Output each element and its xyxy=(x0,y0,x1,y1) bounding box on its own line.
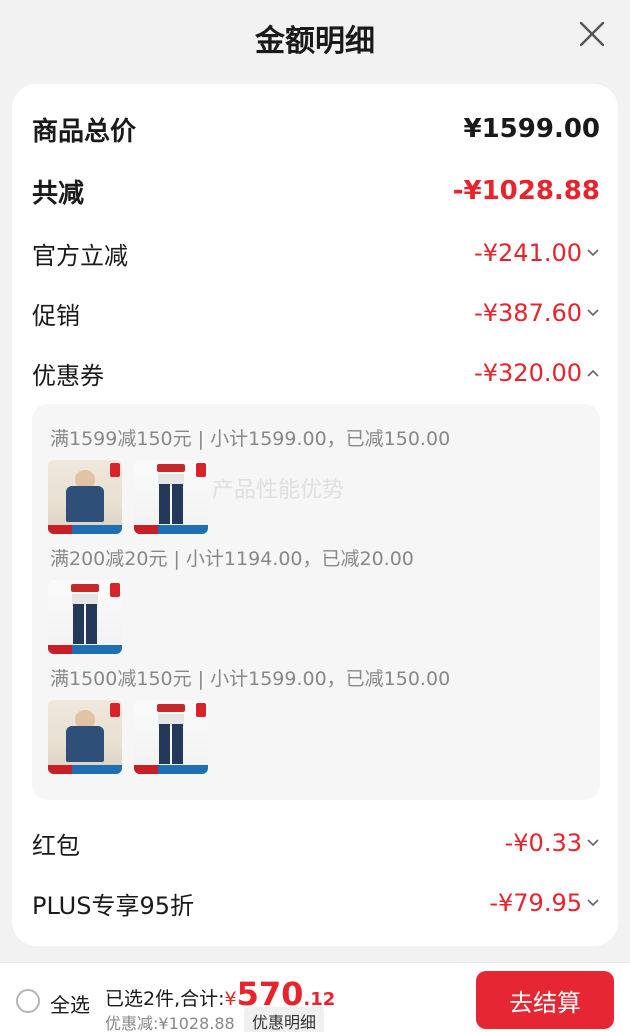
product-thumbnail-shirt[interactable] xyxy=(48,460,122,534)
total-price-label: 商品总价 xyxy=(32,116,137,147)
product-thumbnail-jeans[interactable] xyxy=(134,700,208,774)
official-discount-label: 官方立减 xyxy=(32,241,128,270)
chevron-down-icon[interactable] xyxy=(586,835,600,851)
promotion-value: -¥387.60 xyxy=(474,299,582,327)
plus-discount-value: -¥79.95 xyxy=(489,889,582,917)
promotion-label: 促销 xyxy=(32,301,80,330)
coupon-rule-text: 满1599减150元 | 小计1599.00，已减150.00 xyxy=(50,428,451,450)
coupon-rule-text: 满200减20元 | 小计1194.00，已减20.00 xyxy=(50,548,414,570)
total-reduce-label: 共减 xyxy=(32,178,85,209)
checkout-button[interactable]: 去结算 xyxy=(476,971,614,1029)
amount-detail-card: 商品总价 ¥1599.00 共减 -¥1028.88 官方立减 -¥241.00… xyxy=(12,84,618,946)
official-discount-row[interactable]: 官方立减 -¥241.00 xyxy=(32,236,600,270)
coupon-rule-text: 满1500减150元 | 小计1599.00，已减150.00 xyxy=(50,668,451,690)
sheet-header: 金额明细 xyxy=(0,0,630,75)
chevron-down-icon[interactable] xyxy=(586,305,600,321)
coupon-detail-panel: 满1599减150元 | 小计1599.00，已减150.00 满200减20元… xyxy=(32,404,600,800)
chevron-up-icon[interactable] xyxy=(586,365,600,381)
coupon-row[interactable]: 优惠券 -¥320.00 xyxy=(32,356,600,390)
promotion-row[interactable]: 促销 -¥387.60 xyxy=(32,296,600,330)
product-thumbnail-shirt[interactable] xyxy=(48,700,122,774)
checkout-bar: 全选 已选2件,合计:¥570.12 优惠减:¥1028.88 优惠明细 去结算 xyxy=(0,962,630,1032)
product-thumbnail-jeans[interactable] xyxy=(48,580,122,654)
total-price-row: 商品总价 ¥1599.00 xyxy=(32,112,600,147)
total-reduce-row: 共减 -¥1028.88 xyxy=(32,174,600,209)
selected-count-text: 已选2件,合计: xyxy=(105,988,225,1010)
red-packet-row[interactable]: 红包 -¥0.33 xyxy=(32,826,600,860)
currency-symbol: ¥ xyxy=(224,988,237,1010)
total-price-value: ¥1599.00 xyxy=(463,114,600,144)
page-title: 金额明细 xyxy=(255,24,375,59)
watermark-text: 产品性能优势 xyxy=(212,478,345,503)
discount-detail-button[interactable]: 优惠明细 xyxy=(244,1007,325,1032)
total-reduce-value: -¥1028.88 xyxy=(452,176,600,206)
coupon-value: -¥320.00 xyxy=(474,359,582,387)
chevron-down-icon[interactable] xyxy=(586,245,600,261)
product-thumbnail-jeans[interactable] xyxy=(134,460,208,534)
coupon-label: 优惠券 xyxy=(32,361,104,390)
plus-discount-row[interactable]: PLUS专享95折 -¥79.95 xyxy=(32,886,600,920)
plus-discount-label: PLUS专享95折 xyxy=(32,891,194,920)
red-packet-value: -¥0.33 xyxy=(504,829,582,857)
official-discount-value: -¥241.00 xyxy=(474,239,582,267)
select-all-label[interactable]: 全选 xyxy=(50,989,90,1018)
chevron-down-icon[interactable] xyxy=(586,895,600,911)
select-all-radio[interactable] xyxy=(16,989,40,1013)
discount-summary: 优惠减:¥1028.88 xyxy=(105,1014,235,1032)
close-icon[interactable] xyxy=(576,18,608,50)
red-packet-label: 红包 xyxy=(32,831,80,860)
